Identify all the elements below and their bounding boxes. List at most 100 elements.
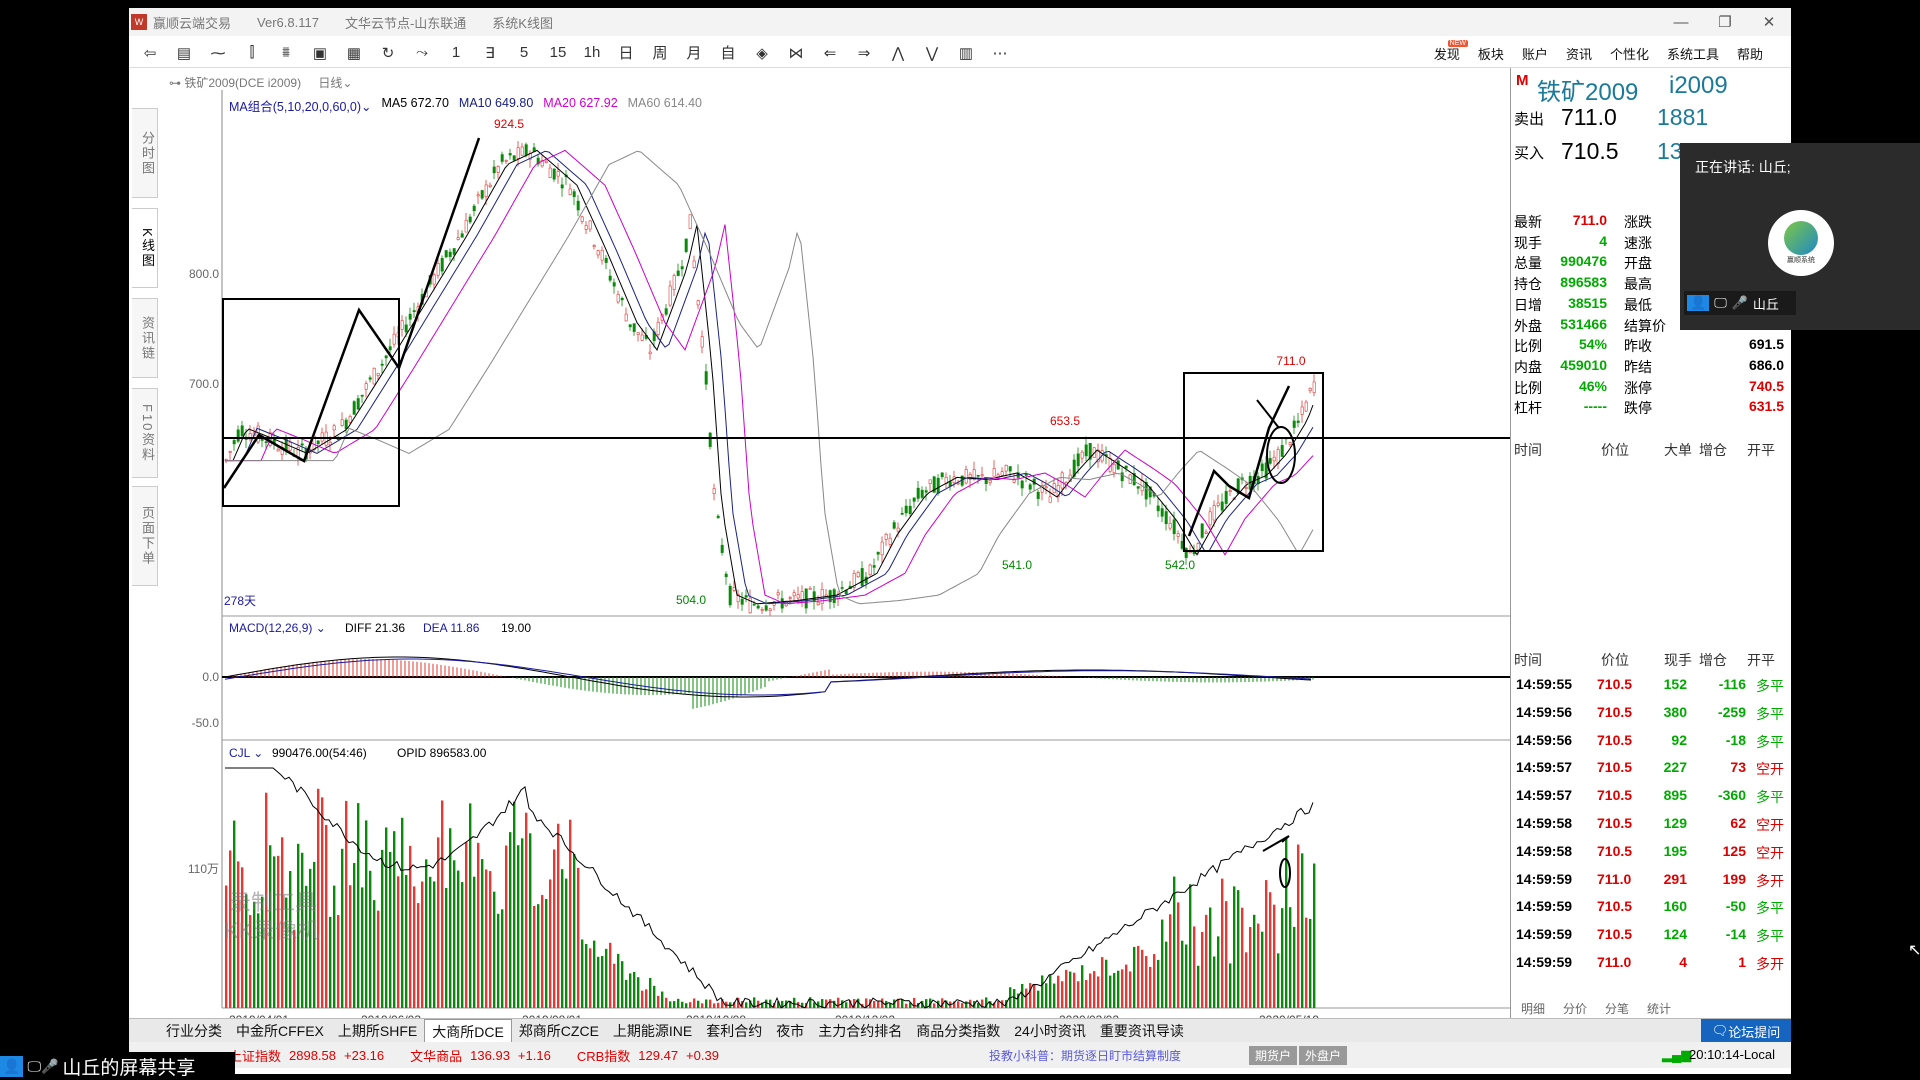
menu-personalize[interactable]: 个性化: [1610, 44, 1649, 63]
detail-tab[interactable]: 分价: [1563, 1000, 1587, 1017]
exchange-tab[interactable]: 大商所DCE: [424, 1018, 512, 1043]
index2-change: +1.16: [517, 1047, 551, 1063]
toolbar-down-icon[interactable]: ⋁: [915, 40, 949, 66]
volume-bar: [473, 876, 476, 1008]
detail-tab[interactable]: 分笔: [1605, 1000, 1629, 1017]
meeting-speaker-panel: 正在讲话: 山丘; 赢顺系统 👤 🖵 🎤 山丘: [1680, 143, 1920, 330]
menu-discover[interactable]: 发现: [1434, 44, 1460, 63]
volume-bar: [1153, 954, 1156, 1008]
volume-bar: [337, 915, 340, 1008]
toolbar-collapse-icon[interactable]: ⋈: [779, 40, 813, 66]
candle-body: [1044, 486, 1048, 489]
menu-help[interactable]: 帮助: [1737, 44, 1763, 63]
notice-text[interactable]: 投教小科普：期货逐日盯市结算制度: [989, 1047, 1181, 1064]
high-label: 924.5: [494, 117, 524, 131]
toolbar-month-button[interactable]: 月: [677, 40, 711, 66]
toolbar-list-icon[interactable]: ▤: [167, 40, 201, 66]
toolbar-refresh-icon[interactable]: ↻: [371, 40, 405, 66]
exchange-tab[interactable]: 上期能源INE: [606, 1019, 699, 1043]
toolbar-save-icon[interactable]: ▦: [337, 40, 371, 66]
candle-body: [480, 190, 484, 199]
column-header: 开平: [1747, 652, 1775, 668]
exchange-tab[interactable]: 主力合约排名: [811, 1019, 909, 1043]
volume-bar: [389, 851, 392, 1008]
menu-account[interactable]: 账户: [1522, 44, 1548, 63]
exchange-tab[interactable]: 上期所SHFE: [331, 1019, 424, 1043]
volume-bar: [845, 1002, 848, 1008]
chevron-down-icon[interactable]: ⌄: [342, 76, 352, 90]
detail-tab[interactable]: 统计: [1647, 1000, 1671, 1017]
candle-body: [544, 160, 548, 163]
foreign-account-button[interactable]: 外盘户: [1299, 1046, 1348, 1065]
ma-legend: MA组合(5,10,20,0,60,0)⌄ MA5 672.70 MA10 64…: [229, 96, 702, 115]
menu-news[interactable]: 资讯: [1566, 44, 1592, 63]
toolbar-day-button[interactable]: 日: [609, 40, 643, 66]
index3-value: 129.47: [638, 1047, 679, 1063]
candle-body: [696, 300, 700, 306]
candle-body: [1048, 496, 1052, 503]
volume-bar: [757, 1000, 760, 1008]
exchange-tab[interactable]: 中金所CFFEX: [229, 1019, 331, 1043]
toolbar-up-icon[interactable]: ⋀: [881, 40, 915, 66]
toolbar-1-button[interactable]: 1: [439, 40, 473, 66]
candle-body: [448, 251, 452, 257]
exchange-tab[interactable]: 套利合约: [699, 1019, 769, 1043]
toolbar-next-icon[interactable]: ⇒: [847, 40, 881, 66]
days-label: 278天: [224, 594, 256, 608]
volume-bar: [1081, 965, 1084, 1008]
detail-tab[interactable]: 明细: [1521, 1000, 1545, 1017]
exchange-tab[interactable]: 行业分类: [159, 1019, 229, 1043]
toolbar-expand-icon[interactable]: ◈: [745, 40, 779, 66]
toolbar-3-button[interactable]: ∃: [473, 40, 507, 66]
toolbar-15-button[interactable]: 15: [541, 40, 575, 66]
close-button[interactable]: ✕: [1747, 8, 1791, 36]
candle-body: [876, 551, 880, 555]
volume-bar: [1289, 907, 1292, 1008]
bid-price: 710.5: [1561, 138, 1619, 164]
volume-value: 990476.00(54:46): [272, 746, 367, 760]
column-header: 增仓: [1699, 442, 1727, 458]
toolbar-layout-icon[interactable]: ▥: [949, 40, 983, 66]
toolbar-prev-icon[interactable]: ⇐: [813, 40, 847, 66]
minimize-button[interactable]: —: [1659, 8, 1703, 36]
toolbar-back-icon[interactable]: ⇦: [133, 40, 167, 66]
toolbar-line-chart-icon[interactable]: ⁓: [201, 40, 235, 66]
volume-bar: [829, 999, 832, 1008]
volume-bar: [629, 973, 632, 1008]
candle-body: [684, 238, 688, 252]
exchange-tab[interactable]: 夜市: [769, 1019, 811, 1043]
toolbar-candle-box-icon[interactable]: ▣: [303, 40, 337, 66]
toolbar-week-button[interactable]: 周: [643, 40, 677, 66]
column-header: 增仓: [1699, 652, 1727, 668]
toolbar-kline-icon[interactable]: ⫿: [235, 40, 269, 66]
menu-tools[interactable]: 系统工具: [1667, 44, 1719, 63]
volume-bar: [681, 1001, 684, 1008]
toolbar-5-button[interactable]: 5: [507, 40, 541, 66]
period-select[interactable]: 日线: [318, 76, 342, 90]
restore-button[interactable]: ❐: [1703, 8, 1747, 36]
futures-account-button[interactable]: 期货户: [1249, 1046, 1298, 1065]
candle-body: [980, 474, 984, 477]
menu-sector[interactable]: 板块: [1478, 44, 1504, 63]
volume-bar: [673, 1001, 676, 1008]
ma-combo-select[interactable]: MA组合(5,10,20,0,60,0)⌄: [229, 96, 372, 115]
toolbar-more-icon[interactable]: ⋯: [983, 40, 1017, 66]
tick-oi-change: -360: [1717, 787, 1746, 804]
field-label: 最新: [1514, 214, 1542, 230]
candle-body: [868, 564, 872, 575]
toolbar-1h-button[interactable]: 1h: [575, 40, 609, 66]
candle-body: [976, 474, 980, 477]
forum-button[interactable]: 🗨 论坛提问: [1701, 1019, 1791, 1043]
toolbar-tick-icon[interactable]: ⩩: [269, 40, 303, 66]
kline-chart[interactable]: 800.0 700.0 0.0 -50.0 110万 924.5 653.5 711.0 504…: [129, 68, 1510, 1018]
exchange-tab[interactable]: 重要资讯导读: [1093, 1019, 1191, 1043]
exchange-tab[interactable]: 24小时资讯: [1007, 1019, 1093, 1043]
tick-type: 多平: [1756, 733, 1784, 750]
volume-bar: [713, 1003, 716, 1008]
toolbar-custom-button[interactable]: 自: [711, 40, 745, 66]
exchange-tab[interactable]: 郑商所CZCE: [512, 1019, 606, 1043]
screen-icon: 🖵: [1714, 295, 1727, 310]
index3-name: CRB指数: [576, 1048, 631, 1064]
exchange-tab[interactable]: 商品分类指数: [909, 1019, 1007, 1043]
toolbar-draw-icon[interactable]: ⤳: [405, 40, 439, 66]
